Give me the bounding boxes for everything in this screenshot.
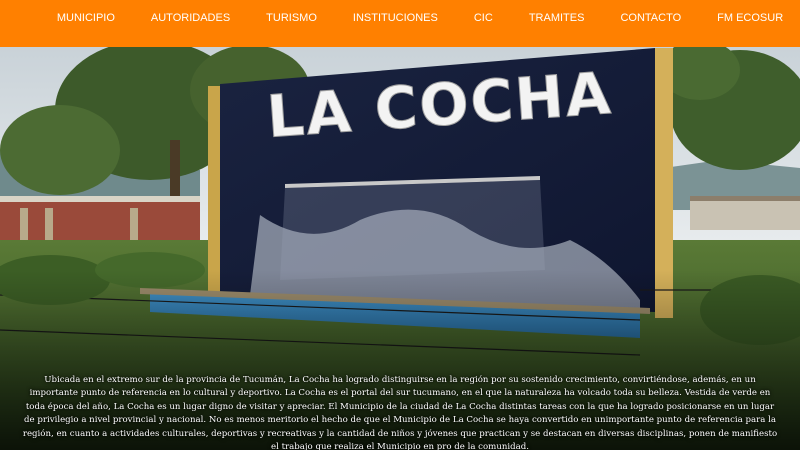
- nav-item-fm-ecosur[interactable]: FM ECOSUR: [717, 12, 783, 24]
- nav-menu: MUNICIPIO AUTORIDADES TURISMO INSTITUCIO…: [57, 12, 783, 24]
- nav-item-turismo[interactable]: TURISMO: [266, 12, 317, 24]
- nav-item-contacto[interactable]: CONTACTO: [620, 12, 681, 24]
- nav-item-municipio[interactable]: MUNICIPIO: [57, 12, 115, 24]
- nav-item-instituciones[interactable]: INSTITUCIONES: [353, 12, 438, 24]
- top-navbar: MUNICIPIO AUTORIDADES TURISMO INSTITUCIO…: [0, 0, 800, 47]
- nav-item-autoridades[interactable]: AUTORIDADES: [151, 12, 230, 24]
- nav-item-cic[interactable]: CIC: [474, 12, 493, 24]
- nav-item-tramites[interactable]: TRAMITES: [529, 12, 585, 24]
- intro-paragraph: Ubicada en el extremo sur de la provinci…: [22, 375, 778, 450]
